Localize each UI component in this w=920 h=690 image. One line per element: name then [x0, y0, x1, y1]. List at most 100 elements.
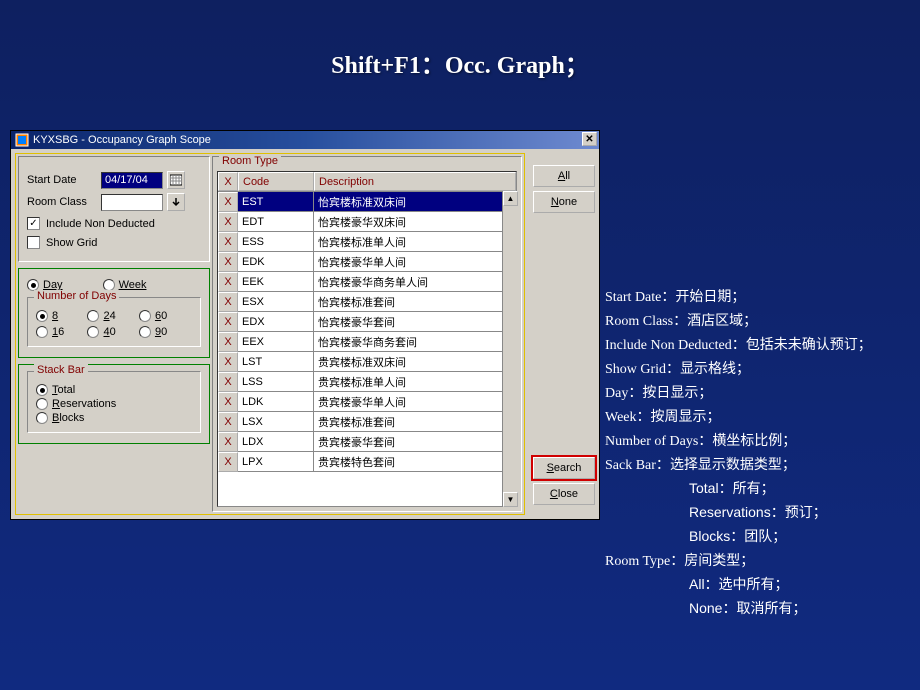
legend-line: Total：所有； — [605, 477, 910, 501]
days-40-label: 40 — [103, 326, 115, 338]
table-row[interactable]: XESS怡宾楼标准单人间 — [218, 232, 516, 252]
calendar-icon[interactable] — [167, 171, 185, 189]
table-row[interactable]: XESX怡宾楼标准套间 — [218, 292, 516, 312]
row-code-cell: LSS — [238, 372, 314, 392]
row-x-cell[interactable]: X — [218, 332, 238, 352]
row-x-cell[interactable]: X — [218, 452, 238, 472]
table-row[interactable]: XLSS贵宾楼标准单人间 — [218, 372, 516, 392]
row-x-cell[interactable]: X — [218, 392, 238, 412]
legend-text: Start Date：开始日期；Room Class：酒店区域；Include … — [605, 285, 910, 621]
days-16-label: 16 — [52, 326, 64, 338]
search-button[interactable]: Search — [533, 457, 595, 479]
row-x-cell[interactable]: X — [218, 312, 238, 332]
row-x-cell[interactable]: X — [218, 412, 238, 432]
days-60-radio[interactable] — [139, 310, 151, 322]
all-button[interactable]: All — [533, 165, 595, 187]
legend-line: Start Date：开始日期； — [605, 285, 910, 309]
button-column: All None Search Close — [533, 153, 595, 515]
start-date-label: Start Date — [27, 174, 101, 186]
legend-line: Room Type：房间类型； — [605, 549, 910, 573]
row-desc-cell: 怡宾楼豪华套间 — [314, 312, 516, 332]
legend-line: Room Class：酒店区域； — [605, 309, 910, 333]
table-scrollbar[interactable]: ▲ ▼ — [502, 191, 517, 507]
days-8-radio[interactable] — [36, 310, 48, 322]
start-date-field[interactable]: 04/17/04 — [101, 172, 163, 189]
row-desc-cell: 怡宾楼豪华双床间 — [314, 212, 516, 232]
room-class-field[interactable] — [101, 194, 163, 211]
stack-reservations-radio[interactable] — [36, 398, 48, 410]
row-desc-cell: 贵宾楼标准套间 — [314, 412, 516, 432]
table-row[interactable]: XEDT怡宾楼豪华双床间 — [218, 212, 516, 232]
days-60-label: 60 — [155, 310, 167, 322]
table-row[interactable]: XLST贵宾楼标准双床间 — [218, 352, 516, 372]
stack-reservations-label: Reservations — [52, 398, 116, 410]
main-content: Start Date 04/17/04 Room Class — [15, 153, 525, 515]
days-40-radio[interactable] — [87, 326, 99, 338]
scroll-up-icon[interactable]: ▲ — [503, 191, 518, 206]
row-x-cell[interactable]: X — [218, 232, 238, 252]
legend-line: Blocks：团队； — [605, 525, 910, 549]
row-x-cell[interactable]: X — [218, 192, 238, 212]
table-row[interactable]: XEEK怡宾楼豪华商务单人间 — [218, 272, 516, 292]
row-code-cell: LDK — [238, 392, 314, 412]
show-grid-label: Show Grid — [46, 237, 97, 249]
table-row[interactable]: XLSX贵宾楼标准套间 — [218, 412, 516, 432]
number-of-days-group: Number of Days 82460164090 — [27, 297, 201, 347]
stack-bar-group: Stack Bar TotalReservationsBlocks — [27, 371, 201, 433]
table-header: X Code Description — [218, 172, 516, 192]
stack-bar-title: Stack Bar — [34, 364, 88, 376]
row-desc-cell: 贵宾楼豪华单人间 — [314, 392, 516, 412]
days-8-label: 8 — [52, 310, 58, 322]
row-x-cell[interactable]: X — [218, 252, 238, 272]
row-code-cell: EDT — [238, 212, 314, 232]
row-code-cell: EST — [238, 192, 314, 212]
row-code-cell: LDX — [238, 432, 314, 452]
week-label: Week — [119, 279, 147, 291]
row-code-cell: EDK — [238, 252, 314, 272]
window-titlebar[interactable]: KYXSBG - Occupancy Graph Scope ✕ — [11, 131, 599, 149]
table-row[interactable]: XLDK贵宾楼豪华单人间 — [218, 392, 516, 412]
col-code[interactable]: Code — [238, 172, 314, 191]
days-24-radio[interactable] — [87, 310, 99, 322]
legend-line: None：取消所有； — [605, 597, 910, 621]
date-class-panel: Start Date 04/17/04 Room Class — [18, 156, 210, 262]
table-row[interactable]: XEDK怡宾楼豪华单人间 — [218, 252, 516, 272]
app-icon — [15, 133, 29, 147]
include-non-deducted-checkbox[interactable]: ✓ — [27, 217, 40, 230]
room-type-table: X Code Description XEST怡宾楼标准双床间XEDT怡宾楼豪华… — [217, 171, 517, 507]
row-desc-cell: 贵宾楼特色套间 — [314, 452, 516, 472]
row-x-cell[interactable]: X — [218, 292, 238, 312]
days-90-label: 90 — [155, 326, 167, 338]
close-icon[interactable]: ✕ — [582, 132, 597, 146]
table-row[interactable]: XLDX贵宾楼豪华套间 — [218, 432, 516, 452]
col-x[interactable]: X — [218, 172, 238, 191]
row-desc-cell: 贵宾楼豪华套间 — [314, 432, 516, 452]
room-type-panel: Room Type X Code Description XEST怡宾楼标准双床… — [212, 156, 522, 512]
row-desc-cell: 贵宾楼标准单人间 — [314, 372, 516, 392]
col-desc[interactable]: Description — [314, 172, 516, 191]
row-desc-cell: 怡宾楼标准单人间 — [314, 232, 516, 252]
scroll-down-icon[interactable]: ▼ — [503, 492, 518, 507]
table-row[interactable]: XLPX贵宾楼特色套间 — [218, 452, 516, 472]
row-x-cell[interactable]: X — [218, 352, 238, 372]
days-90-radio[interactable] — [139, 326, 151, 338]
table-row[interactable]: XEEX怡宾楼豪华商务套间 — [218, 332, 516, 352]
table-row[interactable]: XEDX怡宾楼豪华套间 — [218, 312, 516, 332]
stack-total-radio[interactable] — [36, 384, 48, 396]
days-16-radio[interactable] — [36, 326, 48, 338]
show-grid-checkbox[interactable] — [27, 236, 40, 249]
table-row[interactable]: XEST怡宾楼标准双床间 — [218, 192, 516, 212]
dropdown-icon[interactable] — [167, 193, 185, 211]
none-button[interactable]: None — [533, 191, 595, 213]
close-button[interactable]: Close — [533, 483, 595, 505]
row-x-cell[interactable]: X — [218, 372, 238, 392]
row-x-cell[interactable]: X — [218, 432, 238, 452]
slide-title: Shift+F1：Occ. Graph； — [0, 0, 920, 80]
row-x-cell[interactable]: X — [218, 272, 238, 292]
row-code-cell: EEX — [238, 332, 314, 352]
row-x-cell[interactable]: X — [218, 212, 238, 232]
room-type-title: Room Type — [219, 155, 281, 167]
stack-blocks-radio[interactable] — [36, 412, 48, 424]
row-code-cell: ESX — [238, 292, 314, 312]
row-desc-cell: 怡宾楼豪华单人间 — [314, 252, 516, 272]
